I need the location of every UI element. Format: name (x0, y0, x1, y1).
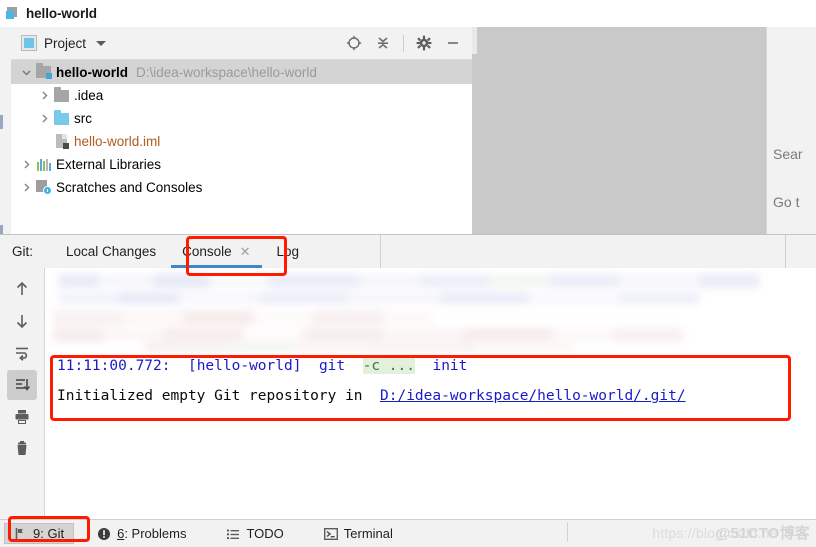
folder-icon (53, 86, 70, 102)
scroll-to-end-icon[interactable] (7, 370, 37, 400)
terminal-label: Terminal (343, 526, 393, 541)
watermark: https://blog.csdn.ne @51CTO博客 (652, 519, 810, 546)
close-icon[interactable]: ✕ (240, 245, 251, 258)
project-tree: hello-world D:\idea-workspace\hello-worl… (11, 60, 472, 235)
tree-row-hello-world[interactable]: hello-world D:\idea-workspace\hello-worl… (11, 60, 472, 84)
error-circle-icon (97, 527, 111, 541)
tree-label: External Libraries (56, 157, 162, 172)
redacted-output (53, 328, 683, 342)
tree-row-src[interactable]: src (11, 107, 472, 130)
tree-row-scratches-and-consoles[interactable]: Scratches and Consoles (11, 176, 472, 199)
print-icon[interactable] (7, 402, 37, 432)
project-toolbar-actions (341, 27, 466, 59)
problems-label: : Problems (124, 526, 187, 541)
clear-all-icon[interactable] (7, 434, 37, 464)
iml-file-icon (53, 134, 70, 149)
project-tool-window: Project hello-world D:\idea-workspace\he… (11, 27, 473, 235)
gear-icon[interactable] (411, 30, 437, 56)
hint-search-everywhere: Sear (773, 146, 803, 162)
git-tab-bar: Git: Local Changes Console ✕ Log (0, 235, 816, 269)
git-label: : Git (40, 526, 65, 541)
editor-tab-strip (472, 27, 477, 54)
collapse-all-icon[interactable] (370, 30, 396, 56)
project-toolbar: Project (11, 27, 472, 60)
tab-local-changes[interactable]: Local Changes (53, 235, 169, 268)
tool-strip-marker (0, 115, 3, 129)
tree-row-idea[interactable]: .idea (11, 84, 472, 107)
console-result-message: Initialized empty Git repository in (57, 388, 363, 404)
console-project-name: [hello-world] (187, 358, 302, 374)
terminal-status-button[interactable]: Terminal (315, 523, 402, 544)
soft-wrap-icon[interactable] (7, 338, 37, 368)
tree-label: .idea (74, 88, 104, 103)
project-view-selector[interactable]: Project (21, 35, 107, 51)
git-branch-icon (14, 527, 27, 540)
expand-arrow-down-icon[interactable] (17, 67, 35, 78)
tree-row-hello-world-iml[interactable]: hello-world.iml (11, 130, 472, 153)
tab-log[interactable]: Log (264, 235, 313, 268)
tab-console[interactable]: Console ✕ (169, 235, 264, 268)
minimize-icon[interactable] (440, 30, 466, 56)
redacted-output (59, 292, 699, 304)
expand-arrow-right-icon[interactable] (17, 159, 35, 170)
git-status-button[interactable]: 9: Git (4, 523, 75, 544)
todo-label: TODO (246, 526, 284, 541)
git-tool-window-label: Git: (12, 244, 34, 259)
project-logo-icon (6, 6, 20, 21)
console-line-git-command: 11:11:00.772: [hello-world] git -c ... i… (57, 358, 467, 374)
tab-label: Console (182, 244, 232, 259)
tree-label: hello-world.iml (74, 134, 161, 149)
tree-project-path: D:\idea-workspace\hello-world (136, 64, 317, 80)
expand-arrow-right-icon[interactable] (35, 113, 53, 124)
tree-label: Scratches and Consoles (56, 180, 203, 195)
problems-status-button[interactable]: 6: Problems (88, 523, 195, 544)
scratches-icon (35, 180, 52, 195)
todo-status-button[interactable]: TODO (217, 523, 292, 544)
idea-window: hello-world Project hello-world D:\idea-… (0, 0, 816, 547)
redacted-output (59, 274, 759, 288)
console-command: git (318, 358, 346, 374)
tree-row-external-libraries[interactable]: External Libraries (11, 153, 472, 176)
project-view-icon (21, 35, 37, 51)
toolbar-divider (403, 34, 404, 52)
console-timestamp: 11:11:00.772: (57, 358, 171, 374)
project-view-label: Project (44, 35, 87, 51)
status-bar-divider (567, 522, 568, 542)
next-occurrence-icon[interactable] (7, 306, 37, 336)
expand-arrow-right-icon[interactable] (17, 182, 35, 193)
redacted-output (145, 342, 575, 352)
list-icon (226, 527, 240, 541)
tab-label: Log (276, 244, 300, 259)
editor-area[interactable]: Sear Go t (472, 27, 816, 234)
terminal-icon (323, 527, 338, 541)
chevron-down-icon[interactable] (96, 40, 107, 46)
git-tool-window: Git: Local Changes Console ✕ Log 11:11:0… (0, 234, 816, 520)
libraries-icon (35, 158, 52, 171)
expand-arrow-right-icon[interactable] (35, 90, 53, 101)
hint-go-to-file: Go t (773, 194, 800, 210)
watermark-brand: @51CTO博客 (715, 525, 810, 542)
console-line-git-result: Initialized empty Git repository in D:/i… (57, 388, 686, 404)
tab-bar-divider (380, 235, 381, 268)
module-folder-icon (35, 63, 52, 79)
console-toolbar (0, 268, 45, 520)
console-command-args: -c ... (362, 358, 415, 374)
git-console-output[interactable]: 11:11:00.772: [hello-world] git -c ... i… (45, 268, 816, 520)
source-folder-icon (53, 109, 70, 125)
console-subcommand: init (432, 358, 468, 374)
tree-label: hello-world (56, 64, 128, 80)
tab-label: Local Changes (66, 244, 157, 259)
redacted-output (53, 310, 433, 326)
previous-occurrence-icon[interactable] (7, 274, 37, 304)
locate-icon[interactable] (341, 30, 367, 56)
console-repository-link[interactable]: D:/idea-workspace/hello-world/.git/ (380, 388, 686, 404)
window-title-bar: hello-world (0, 0, 816, 28)
tab-bar-divider (785, 235, 786, 268)
tree-label: src (74, 111, 92, 126)
editor-hints: Sear Go t (766, 27, 816, 234)
window-title: hello-world (26, 6, 97, 21)
